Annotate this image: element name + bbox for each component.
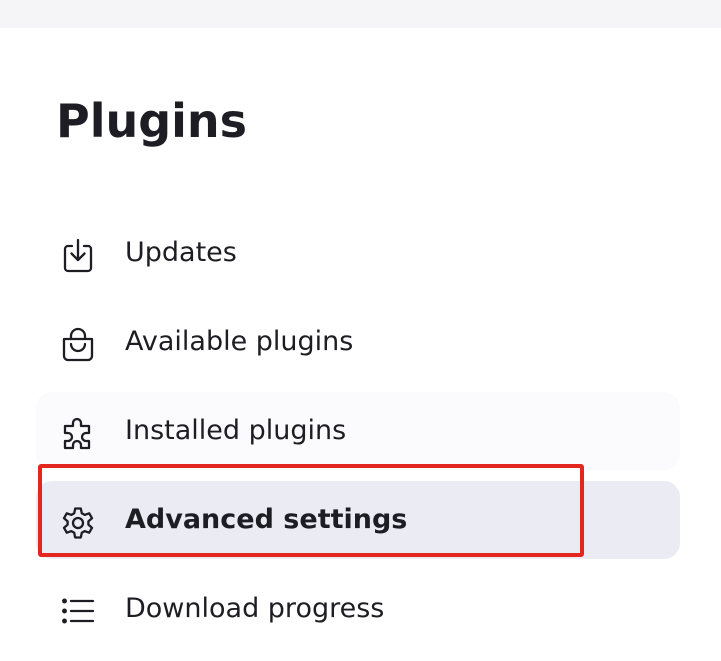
puzzle-piece-icon <box>58 414 98 454</box>
nav-item-updates[interactable]: Updates <box>36 214 680 292</box>
download-tray-icon <box>58 236 98 276</box>
nav-item-download-progress[interactable]: Download progress <box>36 570 680 648</box>
nav-item-label: Installed plugins <box>125 415 347 446</box>
nav-item-label: Available plugins <box>125 326 354 357</box>
nav-item-label: Updates <box>125 237 237 268</box>
gear-icon <box>58 503 98 543</box>
plugins-nav: Updates Available plugins Installed plug… <box>0 0 721 661</box>
list-icon <box>58 592 98 632</box>
nav-item-advanced-settings[interactable]: Advanced settings <box>36 481 680 559</box>
nav-item-installed-plugins[interactable]: Installed plugins <box>36 392 680 470</box>
shopping-bag-icon <box>58 325 98 365</box>
nav-item-label: Advanced settings <box>125 504 408 535</box>
nav-item-label: Download progress <box>125 593 385 624</box>
nav-item-available-plugins[interactable]: Available plugins <box>36 303 680 381</box>
